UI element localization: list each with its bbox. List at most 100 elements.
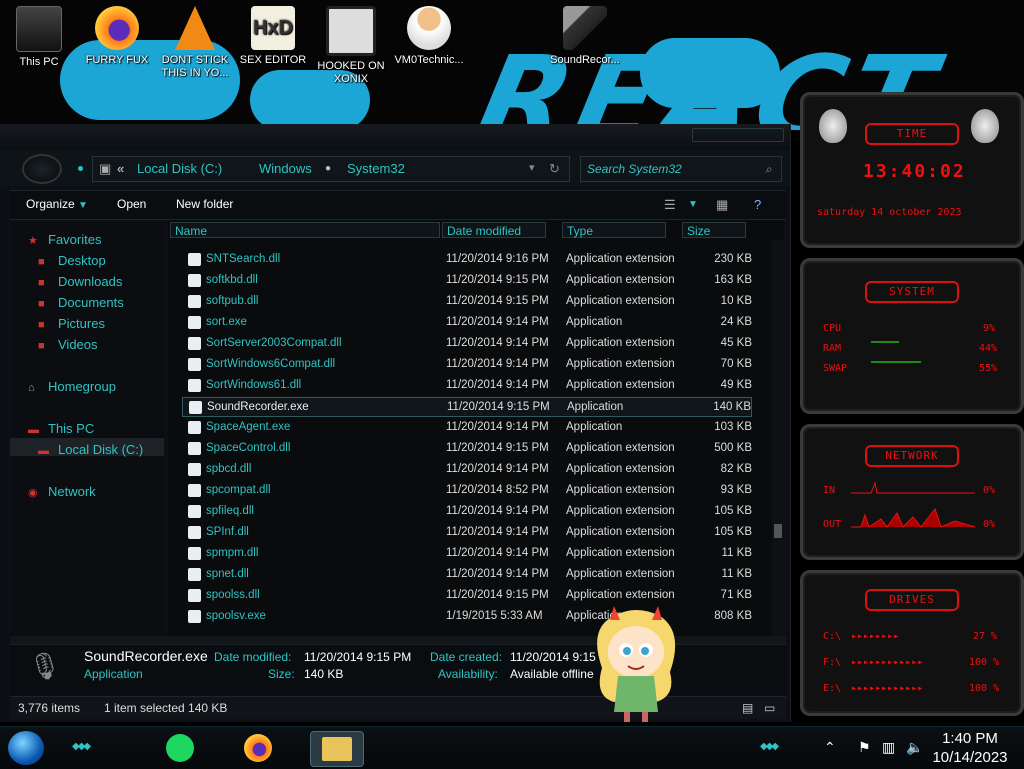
recent-pages-icon[interactable] [78,166,83,171]
view-dropdown-icon[interactable]: ▼ [688,199,698,210]
table-row[interactable]: spnet.dll 11/20/2014 9:14 PM Application e… [182,565,752,585]
taskbar-decoration: ◆◆◆ [72,741,91,752]
alien-head-icon [971,109,999,143]
network-gadget[interactable]: NETWORK IN 0% OUT 0% [800,424,1024,560]
gadget-date: saturday 14 october 2023 [817,207,962,218]
back-forward-icon[interactable] [22,154,62,184]
chevron-right-icon[interactable]: ● [325,163,331,174]
time-gadget[interactable]: TIME 13:40:02 saturday 14 october 2023 [800,92,1024,248]
table-row[interactable]: softkbd.dll 11/20/2014 9:15 PM Application… [182,271,752,291]
table-row[interactable]: spbcd.dll 11/20/2014 9:14 PM Application e… [182,460,752,480]
desktop-icon-hooked-on-xonix[interactable]: HOOKED ON XONIX [312,4,390,86]
volume-icon[interactable]: 🔈 [906,739,923,756]
file-type: Application [567,401,624,413]
nav-documents[interactable]: ■ Documents [38,295,124,310]
details-file-name: SoundRecorder.exe [84,648,208,664]
breadcrumb-local-disk[interactable]: Local Disk (C:) [137,161,222,176]
file-date-modified: 11/20/2014 9:14 PM [446,421,549,433]
alien-head-icon [819,109,847,143]
computer-icon: ▬ [28,424,39,436]
column-header-date[interactable]: Date modified [442,222,546,238]
breadcrumb-windows[interactable]: Windows [259,161,312,176]
vertical-scrollbar[interactable] [772,240,784,636]
desktop-icon-vlc[interactable]: DONT STICK THIS IN YO... [156,4,234,80]
nav-pictures[interactable]: ■ Pictures [38,316,105,331]
ram-value: 44% [979,343,998,354]
table-row[interactable]: SortWindows6Compat.dll 11/20/2014 9:14 PM… [182,355,752,375]
table-row[interactable]: SpaceAgent.exe 11/20/2014 9:14 PM Applicat… [182,418,752,438]
table-row[interactable]: SNTSearch.dll 11/20/2014 9:16 PM Applicati… [182,250,752,270]
new-folder-button[interactable]: New folder [176,197,233,211]
table-row[interactable]: SortWindows61.dll 11/20/2014 9:14 PM Appli… [182,376,752,396]
table-row[interactable]: SPInf.dll 11/20/2014 9:14 PM Application e… [182,523,752,543]
file-name: spoolsv.exe [206,610,266,622]
dropdown-icon[interactable]: ▾ [529,161,535,174]
table-row[interactable]: sort.exe 11/20/2014 9:14 PM Application 24 … [182,313,752,333]
technician-icon [407,6,451,50]
spotify-taskbar-button[interactable] [158,731,202,765]
refresh-icon[interactable]: ↻ [549,161,560,177]
flag-icon[interactable]: ⚑ [858,739,871,756]
desktop-icon-this-pc[interactable]: This PC [0,4,78,69]
start-button[interactable] [8,731,44,765]
nav-local-disk[interactable]: ▬ Local Disk (C:) [38,442,143,457]
nav-this-pc[interactable]: ▬ This PC [28,421,94,436]
network-gadget-title: NETWORK [865,445,959,467]
desktop-icon-vm0technic[interactable]: VM0Technic... [390,4,468,67]
homegroup-icon: ⌂ [28,382,35,394]
desktop-icon-sex-editor[interactable]: HxD SEX EDITOR [234,4,312,67]
table-row[interactable]: spmpm.dll 11/20/2014 9:14 PM Application e… [182,544,752,564]
firefox-taskbar-button[interactable] [236,731,280,765]
firefox-icon [95,6,139,50]
desktop-gadgets: TIME 13:40:02 saturday 14 october 2023 S… [796,92,1024,722]
table-row[interactable]: spfileq.dll 11/20/2014 9:14 PM Application… [182,502,752,522]
nav-favorites[interactable]: ★ Favorites [28,232,101,247]
network-tray-icon[interactable]: ▥ [882,739,895,756]
downloads-icon: ■ [38,277,45,289]
window-controls[interactable] [692,128,784,142]
search-input[interactable]: Search System32 [587,162,682,176]
taskbar: ◆◆◆ ◆◆◆ ⌃ ⚑ ▥ 🔈 1:40 PM 10/14/2023 [0,726,1024,769]
address-bar[interactable]: ▣ « Local Disk (C:) ● Windows ● System32… [92,156,570,182]
details-availability: Available offline [510,667,594,681]
command-bar: Organize ▼ Open New folder ☰ ▼ ▦ ? [10,190,786,220]
column-header-type[interactable]: Type [562,222,666,238]
nav-desktop[interactable]: ■ Desktop [38,253,106,268]
breadcrumb-overflow[interactable]: « [117,161,124,176]
desktop-icon-label: DONT STICK THIS IN YO... [161,54,229,79]
column-header-size[interactable]: Size [682,222,746,238]
taskbar-clock[interactable]: 1:40 PM 10/14/2023 [930,729,1010,767]
open-button[interactable]: Open [117,197,146,211]
system-gadget[interactable]: SYSTEM CPU 9% RAM 44% SWAP 55% [800,258,1024,414]
scroll-thumb[interactable] [774,524,782,538]
nav-downloads[interactable]: ■ Downloads [38,274,122,289]
column-header-name[interactable]: Name [170,222,440,238]
show-hidden-icons-icon[interactable]: ⌃ [824,739,836,756]
drives-gadget[interactable]: DRIVES C:\ ▸▸▸▸▸▸▸▸ 27 % F:\ ▸▸▸▸▸▸▸▸▸▸▸… [800,570,1024,716]
window-titlebar[interactable] [0,124,790,150]
organize-button[interactable]: Organize ▼ [26,197,88,211]
search-box[interactable]: Search System32 ⌕ [580,156,782,182]
explorer-taskbar-button[interactable] [310,731,364,767]
help-icon[interactable]: ? [754,197,761,212]
table-row[interactable]: SpaceControl.dll 11/20/2014 9:15 PM Applic… [182,439,752,459]
pictures-icon: ■ [38,319,45,331]
nav-network[interactable]: ◉ Network [28,484,96,499]
table-row[interactable]: spcompat.dll 11/20/2014 8:52 PM Applicatio… [182,481,752,501]
search-icon[interactable]: ⌕ [765,162,772,177]
preview-pane-icon[interactable]: ▦ [716,197,728,213]
desktop-icon-furry-fux[interactable]: FURRY FUX [78,4,156,67]
view-options-icon[interactable]: ☰ [664,197,676,213]
folder-icon: ▣ [99,161,112,176]
table-row[interactable]: softpub.dll 11/20/2014 9:15 PM Application… [182,292,752,312]
nav-homegroup[interactable]: ⌂ Homegroup [28,379,116,394]
nav-videos[interactable]: ■ Videos [38,337,98,352]
details-view-icon[interactable]: ▤ [742,701,753,715]
large-icons-view-icon[interactable]: ▭ [764,701,775,715]
table-row[interactable]: SoundRecorder.exe 11/20/2014 9:15 PM Appli… [182,397,752,417]
desktop-icon-soundrecorder[interactable]: SoundRecor... [546,4,624,67]
table-row[interactable]: SortServer2003Compat.dll 11/20/2014 9:14 … [182,334,752,354]
file-size: 93 KB [720,484,752,496]
breadcrumb-system32[interactable]: System32 [347,161,405,176]
ram-bar [871,361,921,363]
